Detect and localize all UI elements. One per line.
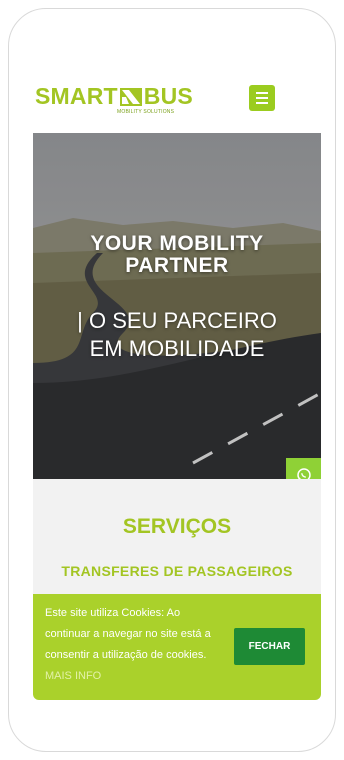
cookie-banner: Este site utiliza Cookies: Ao continuar … [33,594,321,700]
logo-tagline: MOBILITY SOLUTIONS [117,109,175,115]
hero-banner: YOUR MOBILITY PARTNER | O SEU PARCEIRO E… [33,133,321,479]
logo-left-text: SMART [35,83,118,109]
site-header: SMART BUS MOBILITY SOLUTIONS [33,82,321,132]
services-subtitle[interactable]: TRANSFERES DE PASSAGEIROS [33,563,321,579]
hamburger-menu-button[interactable] [249,85,275,111]
hamburger-menu-icon [256,92,268,94]
cookie-close-button[interactable]: FECHAR [234,628,305,665]
logo[interactable]: SMART BUS [35,84,193,108]
cookie-text: Este site utiliza Cookies: Ao continuar … [45,607,211,661]
services-section: SERVIÇOS TRANSFERES DE PASSAGEIROS [33,479,321,594]
hero-road-image [33,133,321,479]
hero-title: YOUR MOBILITY PARTNER [90,232,264,277]
logo-right-text: BUS [143,83,193,109]
hero-subtitle: | O SEU PARCEIRO EM MOBILIDADE [77,308,277,361]
cookie-more-info-link[interactable]: MAIS INFO [45,670,101,682]
services-title: SERVIÇOS [122,515,232,538]
cookie-message: Este site utiliza Cookies: Ao continuar … [45,603,215,687]
logo-flag-icon [119,88,142,106]
